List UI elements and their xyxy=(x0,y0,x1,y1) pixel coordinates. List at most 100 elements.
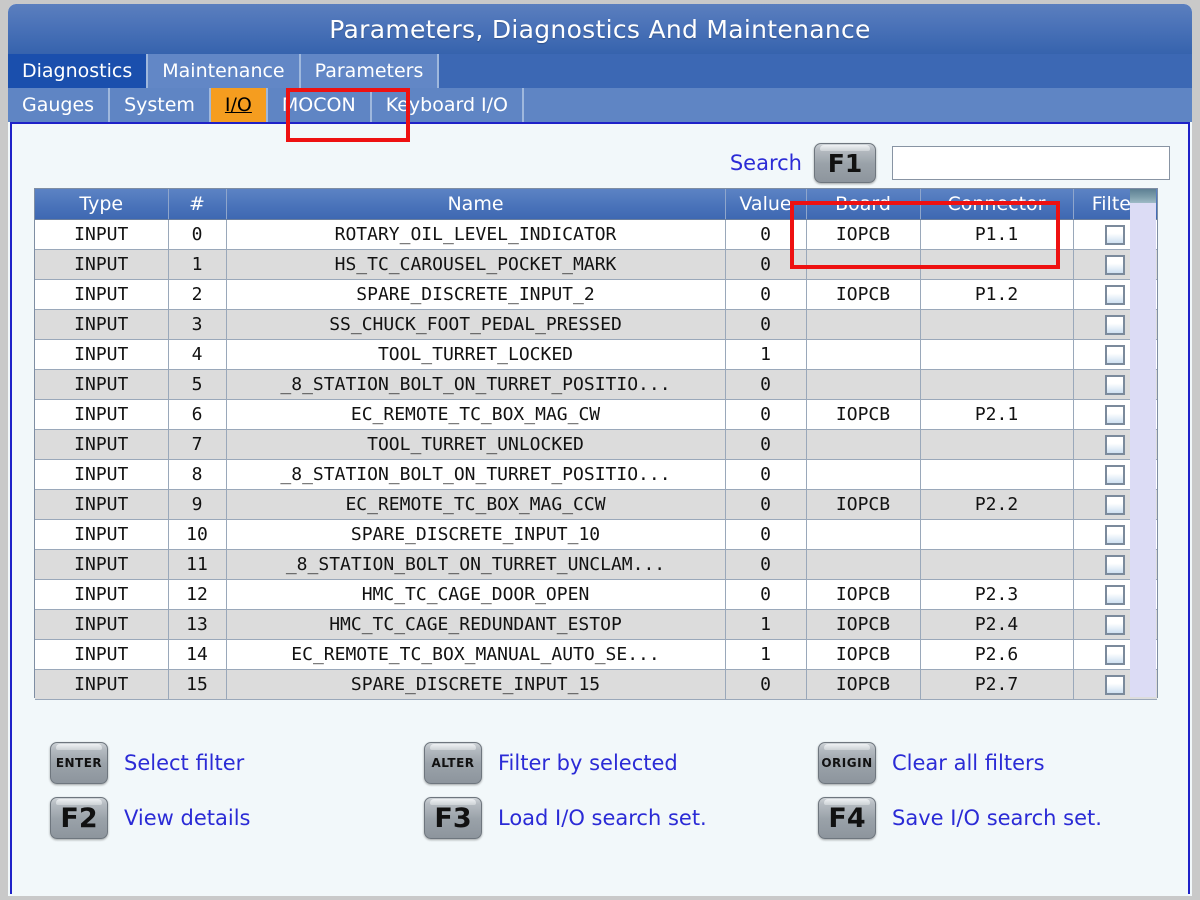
subtab-i-o[interactable]: I/O xyxy=(210,88,268,122)
io-table-body: INPUT 0 ROTARY_OIL_LEVEL_INDICATOR 0 IOPCB P1… xyxy=(35,219,1157,700)
filter-checkbox[interactable] xyxy=(1105,464,1126,485)
filter-checkbox[interactable] xyxy=(1105,554,1126,575)
filter-checkbox[interactable] xyxy=(1105,404,1126,425)
footer-action[interactable]: F4 Save I/O search set. xyxy=(818,797,1102,839)
cell-name: _8_STATION_BOLT_ON_TURRET_POSITIO... xyxy=(226,369,726,400)
table-row[interactable]: INPUT 7 TOOL_TURRET_UNLOCKED 0 xyxy=(35,429,1157,460)
subtab-gauges[interactable]: Gauges xyxy=(8,88,111,122)
cell-value: 1 xyxy=(725,639,807,670)
tab-parameters[interactable]: Parameters xyxy=(300,54,440,88)
cell-board xyxy=(806,519,921,550)
cell-num: 5 xyxy=(168,369,227,400)
filter-checkbox[interactable] xyxy=(1105,344,1126,365)
cell-type: INPUT xyxy=(35,369,169,400)
search-f1-key[interactable]: F1 xyxy=(814,143,876,183)
table-row[interactable]: INPUT 8 _8_STATION_BOLT_ON_TURRET_POSITIO.… xyxy=(35,459,1157,490)
table-row[interactable]: INPUT 10 SPARE_DISCRETE_INPUT_10 0 xyxy=(35,519,1157,550)
scrollbar-thumb[interactable] xyxy=(1130,189,1156,203)
table-row[interactable]: INPUT 2 SPARE_DISCRETE_INPUT_2 0 IOPCB P1.2 xyxy=(35,279,1157,310)
table-row[interactable]: INPUT 6 EC_REMOTE_TC_BOX_MAG_CW 0 IOPCB P2.1 xyxy=(35,399,1157,430)
search-input[interactable] xyxy=(892,146,1170,180)
cell-type: INPUT xyxy=(35,579,169,610)
tab-diagnostics[interactable]: Diagnostics xyxy=(8,54,149,88)
key-f2[interactable]: F2 xyxy=(50,797,108,839)
cell-name: TOOL_TURRET_UNLOCKED xyxy=(226,429,726,460)
filter-checkbox[interactable] xyxy=(1105,254,1126,275)
filter-checkbox[interactable] xyxy=(1105,584,1126,605)
cell-connector: P1.1 xyxy=(920,219,1074,250)
subtab-filler xyxy=(524,88,1192,122)
filter-checkbox[interactable] xyxy=(1105,314,1126,335)
cell-connector: P2.6 xyxy=(920,639,1074,670)
table-row[interactable]: INPUT 1 HS_TC_CAROUSEL_POCKET_MARK 0 xyxy=(35,249,1157,280)
table-row[interactable]: INPUT 11 _8_STATION_BOLT_ON_TURRET_UNCLAM.… xyxy=(35,549,1157,580)
subtab-system[interactable]: System xyxy=(110,88,211,122)
footer-column-2: ALTER Filter by selected F3 Load I/O search… xyxy=(424,742,707,839)
screen-root: Parameters, Diagnostics And Maintenance … xyxy=(0,0,1200,900)
filter-checkbox[interactable] xyxy=(1105,434,1126,455)
primary-tab-bar: Diagnostics Maintenance Parameters xyxy=(8,54,1192,88)
cell-type: INPUT xyxy=(35,639,169,670)
footer-action[interactable]: ENTER Select filter xyxy=(50,742,250,784)
cell-value: 0 xyxy=(725,399,807,430)
cell-type: INPUT xyxy=(35,549,169,580)
table-row[interactable]: INPUT 14 EC_REMOTE_TC_BOX_MANUAL_AUTO_SE..… xyxy=(35,639,1157,670)
table-row[interactable]: INPUT 3 SS_CHUCK_FOOT_PEDAL_PRESSED 0 xyxy=(35,309,1157,340)
cell-name: TOOL_TURRET_LOCKED xyxy=(226,339,726,370)
search-row: Search F1 xyxy=(12,141,1188,185)
cell-board: IOPCB xyxy=(806,219,921,250)
filter-checkbox[interactable] xyxy=(1105,284,1126,305)
footer-action-label: View details xyxy=(124,806,251,830)
vertical-scrollbar[interactable] xyxy=(1130,189,1156,697)
footer-action[interactable]: ALTER Filter by selected xyxy=(424,742,707,784)
footer-action[interactable]: ORIGIN Clear all filters xyxy=(818,742,1102,784)
cell-connector xyxy=(920,429,1074,460)
column-header-connector[interactable]: Connector xyxy=(920,189,1074,220)
subtab-mocon[interactable]: MOCON xyxy=(267,88,372,122)
cell-type: INPUT xyxy=(35,309,169,340)
cell-num: 0 xyxy=(168,219,227,250)
filter-checkbox[interactable] xyxy=(1105,494,1126,515)
filter-checkbox[interactable] xyxy=(1105,224,1126,245)
column-header-[interactable]: # xyxy=(168,189,227,220)
table-row[interactable]: INPUT 0 ROTARY_OIL_LEVEL_INDICATOR 0 IOPCB P1… xyxy=(35,219,1157,250)
table-row[interactable]: INPUT 15 SPARE_DISCRETE_INPUT_15 0 IOPCB P2.7 xyxy=(35,669,1157,700)
key-f4[interactable]: F4 xyxy=(818,797,876,839)
column-header-name[interactable]: Name xyxy=(226,189,726,220)
column-header-value[interactable]: Value xyxy=(725,189,807,220)
filter-checkbox[interactable] xyxy=(1105,524,1126,545)
window-title-bar: Parameters, Diagnostics And Maintenance xyxy=(8,4,1192,54)
table-row[interactable]: INPUT 5 _8_STATION_BOLT_ON_TURRET_POSITIO.… xyxy=(35,369,1157,400)
column-header-board[interactable]: Board xyxy=(806,189,921,220)
cell-type: INPUT xyxy=(35,609,169,640)
table-row[interactable]: INPUT 13 HMC_TC_CAGE_REDUNDANT_ESTOP 1 IOPCB… xyxy=(35,609,1157,640)
table-row[interactable]: INPUT 9 EC_REMOTE_TC_BOX_MAG_CCW 0 IOPCB P2.2 xyxy=(35,489,1157,520)
filter-checkbox[interactable] xyxy=(1105,614,1126,635)
function-key-footer: ENTER Select filter F2 View details ALTER Fi… xyxy=(12,724,1188,884)
search-label: Search xyxy=(729,151,802,175)
cell-value: 0 xyxy=(725,369,807,400)
cell-num: 12 xyxy=(168,579,227,610)
footer-action[interactable]: F2 View details xyxy=(50,797,250,839)
key-origin-label: ORIGIN xyxy=(821,756,873,770)
cell-value: 0 xyxy=(725,489,807,520)
key-f3[interactable]: F3 xyxy=(424,797,482,839)
tab-maintenance[interactable]: Maintenance xyxy=(148,54,301,88)
table-row[interactable]: INPUT 12 HMC_TC_CAGE_DOOR_OPEN 0 IOPCB P2.3 xyxy=(35,579,1157,610)
column-header-type[interactable]: Type xyxy=(35,189,169,220)
filter-checkbox[interactable] xyxy=(1105,644,1126,665)
table-row[interactable]: INPUT 4 TOOL_TURRET_LOCKED 1 xyxy=(35,339,1157,370)
cell-connector: P1.2 xyxy=(920,279,1074,310)
cell-connector xyxy=(920,519,1074,550)
cell-value: 0 xyxy=(725,519,807,550)
subtab-keyboard-i-o[interactable]: Keyboard I/O xyxy=(371,88,524,122)
filter-checkbox[interactable] xyxy=(1105,674,1126,695)
footer-action-label: Load I/O search set. xyxy=(498,806,707,830)
key-enter[interactable]: ENTER xyxy=(50,742,108,784)
cell-type: INPUT xyxy=(35,249,169,280)
key-origin[interactable]: ORIGIN xyxy=(818,742,876,784)
footer-action[interactable]: F3 Load I/O search set. xyxy=(424,797,707,839)
filter-checkbox[interactable] xyxy=(1105,374,1126,395)
key-alter[interactable]: ALTER xyxy=(424,742,482,784)
cell-board: IOPCB xyxy=(806,489,921,520)
